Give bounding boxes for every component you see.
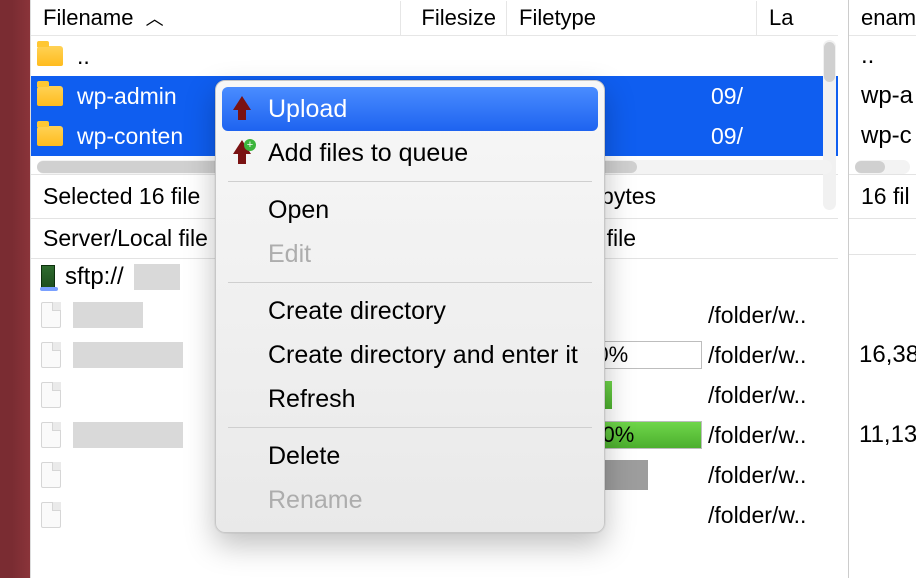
menu-label: Add files to queue — [268, 139, 468, 168]
menu-item-rename: Rename — [216, 478, 604, 522]
menu-item-add-to-queue[interactable]: + Add files to queue — [216, 131, 604, 175]
queue-size — [849, 295, 916, 335]
folder-icon — [37, 126, 63, 146]
remote-path: /folder/w.. — [708, 382, 838, 409]
file-icon — [41, 502, 61, 528]
remote-path: /folder/w.. — [708, 502, 838, 529]
col-filename[interactable]: Filename ︿ — [31, 1, 401, 35]
col-lastmod[interactable]: La — [757, 1, 838, 35]
file-icon — [41, 462, 61, 488]
host-scheme: sftp:// — [65, 263, 124, 291]
redacted — [73, 342, 183, 368]
server-icon — [41, 265, 55, 289]
vertical-scrollbar[interactable] — [823, 40, 836, 210]
menu-separator — [228, 427, 592, 428]
remote-status-text: 16 fil — [861, 183, 910, 209]
menu-label: Open — [268, 196, 329, 225]
blank-icon — [230, 444, 254, 468]
file-icon — [41, 342, 61, 368]
remote-file-row[interactable]: .. — [849, 36, 916, 76]
remote-file-row[interactable]: wp-a — [849, 76, 916, 116]
col-filename-label: Filename — [43, 5, 133, 30]
remote-path: /folder/w.. — [708, 462, 838, 489]
remote-queue-header — [849, 219, 916, 255]
col-filetype-label: Filetype — [519, 5, 596, 30]
menu-separator — [228, 181, 592, 182]
menu-separator — [228, 282, 592, 283]
spacer — [849, 255, 916, 295]
remote-path: /folder/w.. — [708, 422, 838, 449]
blank-icon — [230, 299, 254, 323]
menu-item-upload[interactable]: Upload — [222, 87, 598, 131]
blank-icon — [230, 242, 254, 266]
col-lastmod-label: La — [769, 5, 793, 30]
blank-icon — [230, 488, 254, 512]
menu-label: Create directory and enter it — [268, 341, 578, 370]
file-mod: 09/ — [697, 83, 747, 110]
remote-path: /folder/w.. — [708, 302, 838, 329]
menu-item-edit: Edit — [216, 232, 604, 276]
queue-header-right: file — [607, 225, 826, 252]
folder-icon — [37, 86, 63, 106]
col-remote-filename[interactable]: ename — [849, 1, 916, 35]
menu-item-create-directory-enter[interactable]: Create directory and enter it — [216, 333, 604, 377]
context-menu: Upload + Add files to queue Open Edit Cr… — [215, 80, 605, 533]
upload-plus-icon: + — [230, 141, 254, 165]
redacted — [73, 422, 183, 448]
queue-size — [849, 375, 916, 415]
menu-label: Refresh — [268, 385, 356, 414]
file-name: .. — [77, 43, 838, 70]
file-name: .. — [861, 42, 874, 70]
blank-icon — [230, 198, 254, 222]
queue-size: 16,38 — [849, 335, 916, 375]
blank-icon — [230, 387, 254, 411]
upload-icon — [230, 97, 254, 121]
redacted-host — [134, 264, 180, 290]
file-name: wp-a — [861, 82, 913, 110]
queue-header-left: Server/Local file — [43, 225, 208, 252]
local-columns-header: Filename ︿ Filesize Filetype La — [31, 0, 838, 36]
file-icon — [41, 382, 61, 408]
scrollbar-thumb[interactable] — [824, 42, 835, 82]
menu-item-refresh[interactable]: Refresh — [216, 377, 604, 421]
remote-path: /folder/w.. — [708, 342, 838, 369]
menu-label: Create directory — [268, 297, 446, 326]
file-icon — [41, 422, 61, 448]
horizontal-scrollbar[interactable] — [855, 160, 910, 174]
menu-label: Delete — [268, 442, 340, 471]
redacted — [73, 302, 143, 328]
menu-item-create-directory[interactable]: Create directory — [216, 289, 604, 333]
menu-item-delete[interactable]: Delete — [216, 434, 604, 478]
queue-size: 11,13 — [849, 415, 916, 455]
remote-file-panel: ename .. wp-a wp-c 16 fil 16,38 11,13 — [848, 0, 916, 578]
remote-file-row[interactable]: wp-c — [849, 116, 916, 156]
blank-icon — [230, 343, 254, 367]
status-left: Selected 16 file — [43, 183, 200, 210]
remote-columns-header: ename — [849, 0, 916, 36]
menu-label: Rename — [268, 486, 363, 515]
col-filesize[interactable]: Filesize — [401, 1, 507, 35]
remote-status: 16 fil — [849, 174, 916, 219]
col-remote-filename-label: ename — [861, 5, 916, 30]
menu-item-open[interactable]: Open — [216, 188, 604, 232]
sort-asc-icon: ︿ — [146, 10, 164, 28]
status-right: 4 bytes — [582, 183, 826, 210]
scrollbar-thumb[interactable] — [855, 161, 885, 173]
file-name: wp-c — [861, 122, 912, 150]
menu-label: Edit — [268, 240, 311, 269]
file-mod: 09/ — [697, 123, 747, 150]
menu-label: Upload — [268, 95, 347, 124]
folder-icon — [37, 46, 63, 66]
file-row-parent[interactable]: .. — [31, 36, 838, 76]
col-filetype[interactable]: Filetype — [507, 1, 757, 35]
file-icon — [41, 302, 61, 328]
window-left-edge — [0, 0, 30, 578]
col-filesize-label: Filesize — [421, 5, 496, 30]
